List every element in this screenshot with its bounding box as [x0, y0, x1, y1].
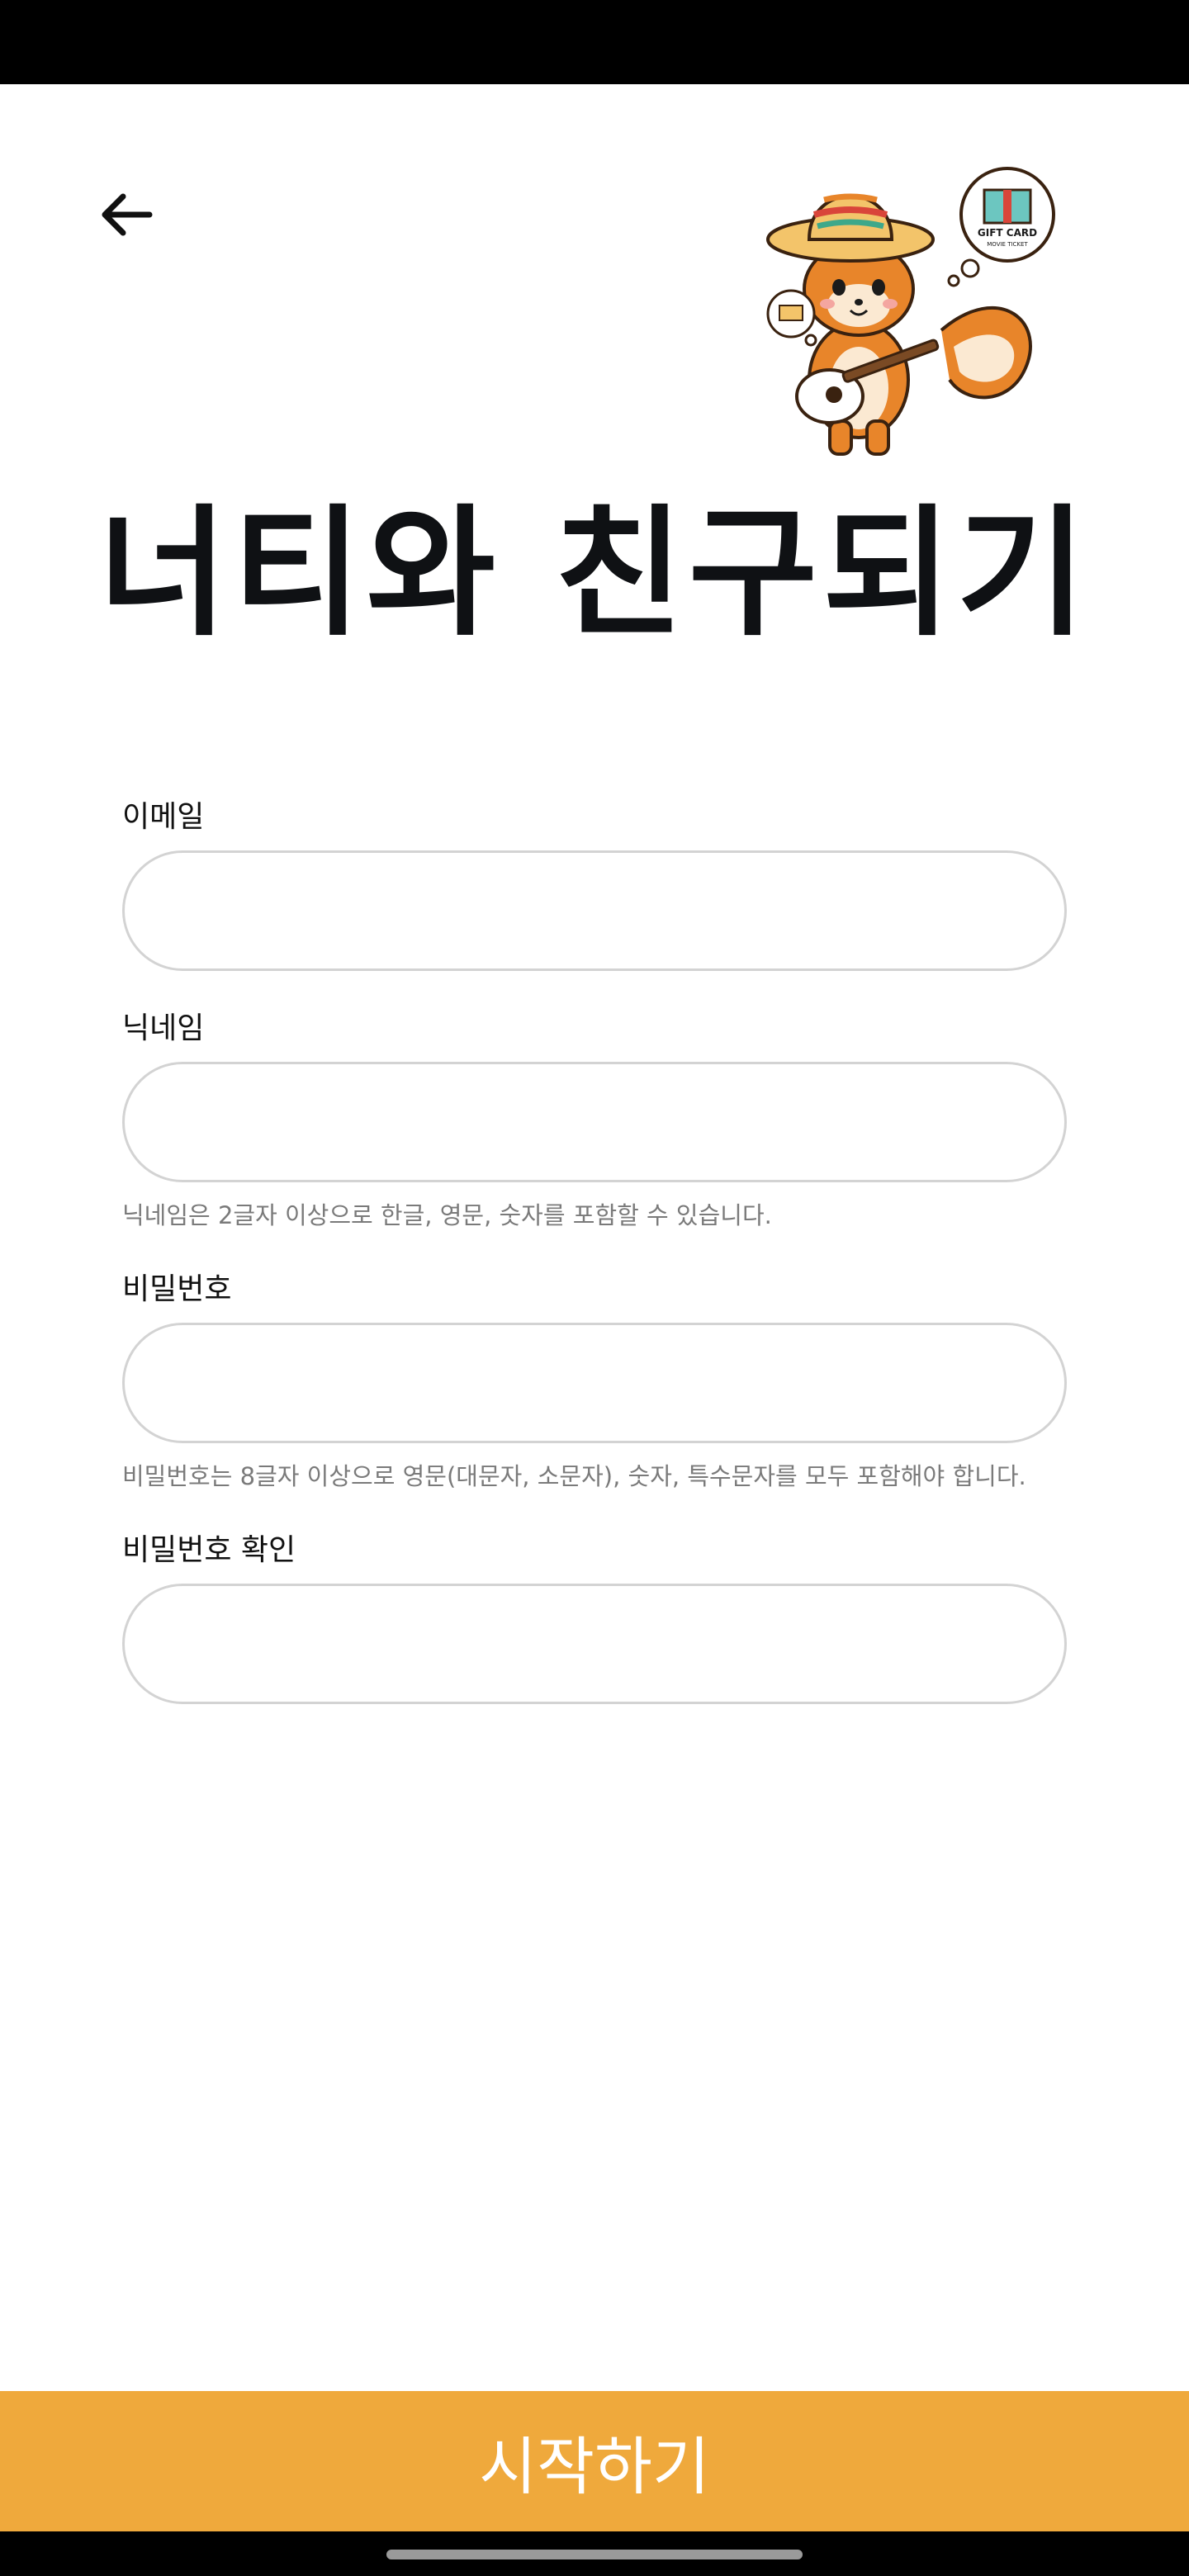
email-label: 이메일: [122, 800, 205, 834]
password-input[interactable]: [122, 1323, 1067, 1443]
nickname-label: 닉네임: [122, 1011, 205, 1045]
password-label: 비밀번호: [122, 1272, 232, 1306]
password-confirm-label: 비밀번호 확인: [122, 1533, 296, 1567]
nickname-input[interactable]: [122, 1062, 1067, 1182]
email-input[interactable]: [122, 850, 1067, 971]
start-button[interactable]: 시작하기: [0, 2391, 1189, 2531]
svg-text:MOVIE TICKET: MOVIE TICKET: [987, 241, 1028, 248]
password-confirm-input[interactable]: [122, 1584, 1067, 1704]
page-title: 너티와 친구되기: [98, 492, 1091, 656]
home-indicator[interactable]: [386, 2550, 803, 2559]
arrow-left-icon: [102, 193, 153, 236]
status-bar: [0, 0, 1189, 84]
system-nav-bar: [0, 2531, 1189, 2576]
nickname-hint: 닉네임은 2글자 이상으로 한글, 영문, 숫자를 포함할 수 있습니다.: [122, 1201, 772, 1229]
back-button[interactable]: [83, 172, 168, 258]
svg-text:GIFT CARD: GIFT CARD: [978, 227, 1037, 239]
password-hint: 비밀번호는 8글자 이상으로 영문(대문자, 소문자), 숫자, 특수문자를 모…: [122, 1462, 1026, 1490]
squirrel-mascot-illustration: GIFT CARD MOVIE TICKET: [751, 157, 1065, 462]
